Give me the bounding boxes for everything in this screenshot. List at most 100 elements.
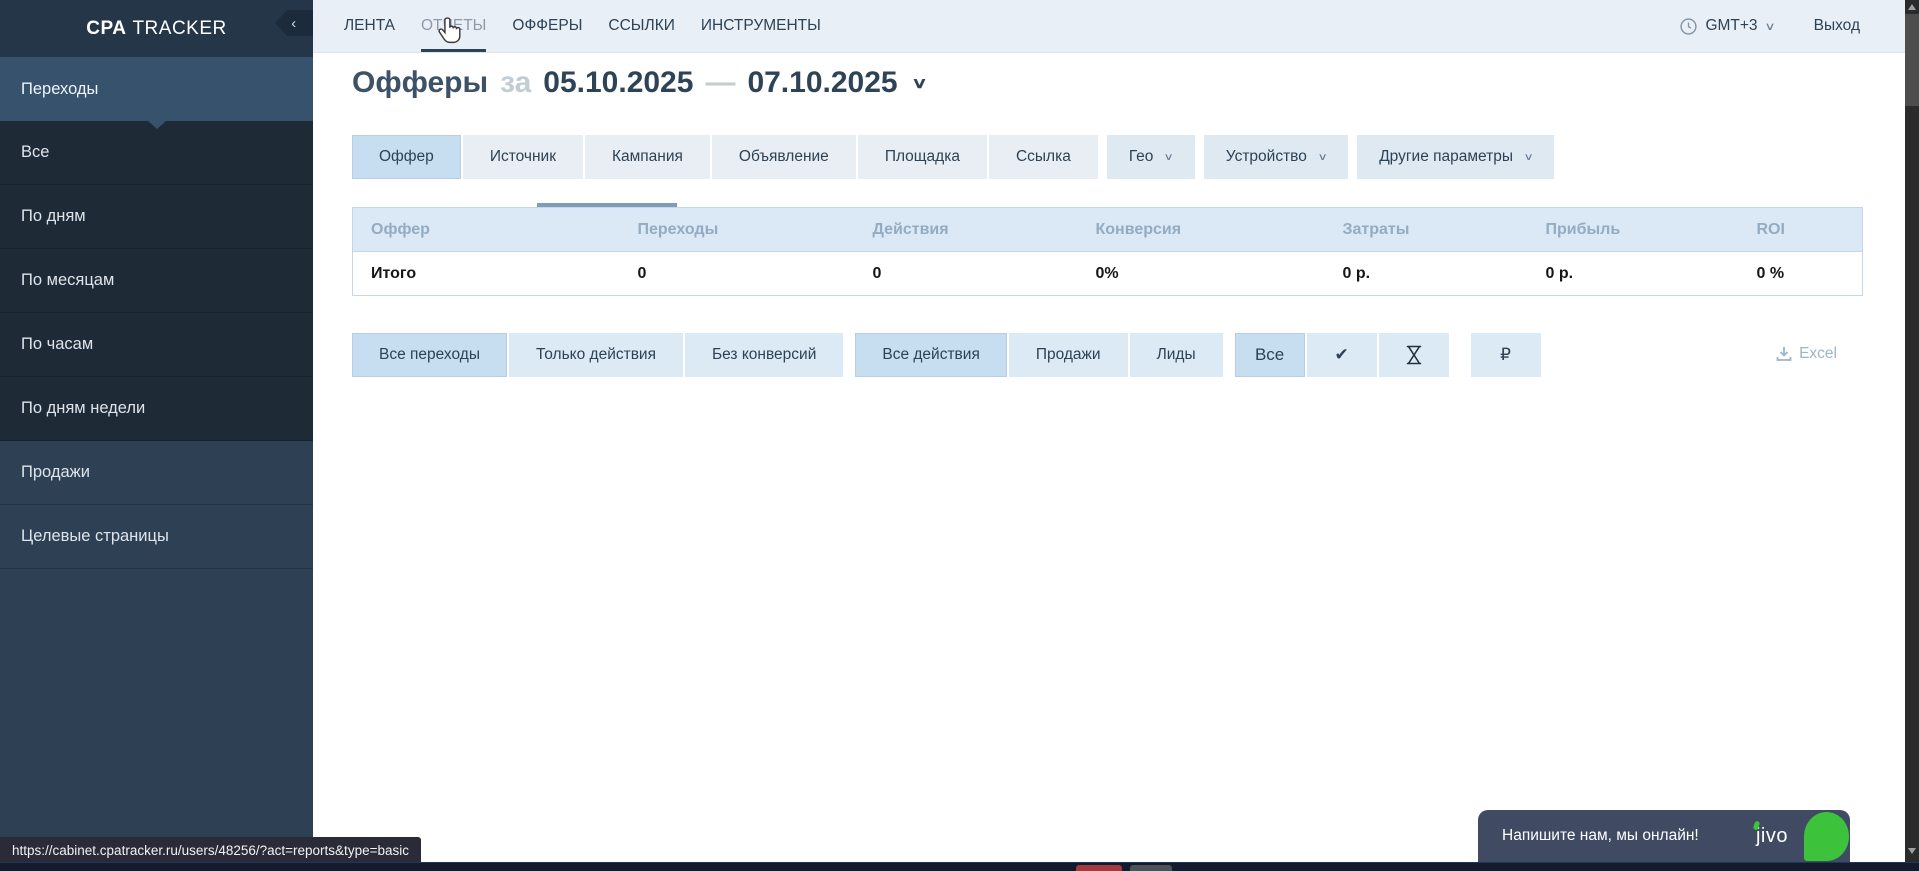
taskbar-window-fragment bbox=[1076, 865, 1122, 871]
col-header-profit[interactable]: Прибыль bbox=[1528, 208, 1739, 252]
vertical-scrollbar[interactable] bbox=[1905, 0, 1919, 862]
filter-label: Без конверсий bbox=[712, 346, 816, 364]
tab-links[interactable]: ССЫЛКИ bbox=[608, 0, 674, 52]
sidebar-item-landing-pages[interactable]: Целевые страницы bbox=[0, 505, 313, 569]
tab-label: Источник bbox=[490, 148, 556, 166]
export-excel-button[interactable]: Excel bbox=[1776, 345, 1837, 363]
sidebar-item-by-months[interactable]: По месяцам bbox=[0, 249, 313, 313]
col-header-costs[interactable]: Затраты bbox=[1325, 208, 1528, 252]
dim-tab-link[interactable]: Ссылка bbox=[989, 135, 1098, 179]
taskbar-window-fragment bbox=[1130, 865, 1172, 871]
sidebar-item-transitions[interactable]: Переходы bbox=[0, 57, 313, 121]
filter-label: Все bbox=[1255, 345, 1284, 365]
filter-status-confirmed[interactable]: ✔ bbox=[1307, 333, 1377, 377]
other-params-dropdown[interactable]: Другие параметры ∨ bbox=[1357, 135, 1554, 179]
ruble-icon: ₽ bbox=[1500, 345, 1511, 365]
filter-label: Лиды bbox=[1157, 346, 1196, 364]
totals-actions: 0 bbox=[855, 252, 1078, 296]
logout-button[interactable]: Выход bbox=[1814, 17, 1860, 35]
filter-currency-ruble[interactable]: ₽ bbox=[1471, 333, 1541, 377]
sidebar-item-by-hours[interactable]: По часам bbox=[0, 313, 313, 377]
sidebar-submenu: Все По дням По месяцам По часам По дням … bbox=[0, 121, 313, 441]
sidebar-item-label: Переходы bbox=[21, 80, 98, 99]
filter-label: Все переходы bbox=[379, 346, 480, 364]
traffic-filter-group: Все переходы Только действия Без конверс… bbox=[352, 333, 843, 377]
filter-status-all[interactable]: Все bbox=[1235, 333, 1305, 377]
filter-label: Все действия bbox=[882, 346, 979, 364]
dim-tab-ad[interactable]: Объявление bbox=[712, 135, 856, 179]
dim-tab-offer[interactable]: Оффер bbox=[352, 135, 461, 179]
export-label: Excel bbox=[1799, 345, 1837, 363]
col-header-conversion[interactable]: Конверсия bbox=[1078, 208, 1325, 252]
tab-feed[interactable]: ЛЕНТА bbox=[344, 0, 395, 52]
filter-sales[interactable]: Продажи bbox=[1009, 333, 1128, 377]
tab-tools[interactable]: ИНСТРУМЕНТЫ bbox=[701, 0, 821, 52]
report-preposition: за bbox=[500, 66, 531, 100]
jivo-logo: jivo bbox=[1756, 825, 1788, 848]
device-dropdown[interactable]: Устройство ∨ bbox=[1204, 135, 1348, 179]
filter-status-pending[interactable] bbox=[1379, 333, 1449, 377]
totals-label: Итого bbox=[353, 252, 620, 296]
timezone-selector[interactable]: GMT+3 ∨ bbox=[1680, 17, 1773, 35]
topbar-right: GMT+3 ∨ Выход bbox=[1680, 0, 1905, 52]
clock-icon bbox=[1680, 18, 1697, 35]
scrollbar-thumb[interactable] bbox=[1905, 14, 1919, 106]
status-filter-group: Все ✔ bbox=[1235, 333, 1449, 377]
scroll-down-icon[interactable] bbox=[1908, 848, 1916, 854]
status-bar: https://cabinet.cpatracker.ru/users/4825… bbox=[0, 837, 421, 863]
col-header-actions[interactable]: Действия bbox=[855, 208, 1078, 252]
filter-leads[interactable]: Лиды bbox=[1130, 333, 1223, 377]
chevron-left-icon: ‹ bbox=[291, 15, 297, 32]
sidebar-item-label: По месяцам bbox=[21, 271, 114, 290]
mouse-cursor-icon bbox=[437, 16, 464, 47]
table-header-row: Оффер Переходы Действия Конверсия Затрат… bbox=[353, 208, 1863, 252]
totals-profit: 0 р. bbox=[1528, 252, 1739, 296]
filter-label: Только действия bbox=[536, 346, 656, 364]
logo-rest: TRACKER bbox=[132, 18, 226, 40]
dim-tab-placement[interactable]: Площадка bbox=[858, 135, 987, 179]
chevron-down-icon: ∨ bbox=[1317, 152, 1327, 163]
dim-tab-campaign[interactable]: Кампания bbox=[585, 135, 710, 179]
chevron-down-icon: ∨ bbox=[1524, 152, 1534, 163]
col-header-offer[interactable]: Оффер bbox=[353, 208, 620, 252]
date-from[interactable]: 05.10.2025 bbox=[543, 66, 693, 100]
sidebar-item-all[interactable]: Все bbox=[0, 121, 313, 185]
filter-all-transitions[interactable]: Все переходы bbox=[352, 333, 507, 377]
date-to[interactable]: 07.10.2025 bbox=[747, 66, 897, 100]
download-icon bbox=[1776, 346, 1792, 362]
topbar: ЛЕНТА ОТЧЕТЫ ОФФЕРЫ ССЫЛКИ ИНСТРУМЕНТЫ G… bbox=[313, 0, 1905, 53]
col-header-transitions[interactable]: Переходы bbox=[620, 208, 855, 252]
sidebar-item-by-weekdays[interactable]: По дням недели bbox=[0, 377, 313, 441]
sidebar-item-sales[interactable]: Продажи bbox=[0, 441, 313, 505]
tab-label: Площадка bbox=[885, 148, 960, 166]
tab-label: Оффер bbox=[379, 148, 434, 166]
top-navigation: ЛЕНТА ОТЧЕТЫ ОФФЕРЫ ССЫЛКИ ИНСТРУМЕНТЫ bbox=[313, 0, 821, 52]
chevron-down-icon[interactable]: ∨ bbox=[911, 74, 927, 92]
geo-dropdown[interactable]: Гео ∨ bbox=[1107, 135, 1195, 179]
filter-no-conversions[interactable]: Без конверсий bbox=[685, 333, 843, 377]
filter-all-actions[interactable]: Все действия bbox=[855, 333, 1006, 377]
totals-transitions: 0 bbox=[620, 252, 855, 296]
tab-label: ИНСТРУМЕНТЫ bbox=[701, 17, 821, 35]
sidebar-item-label: Целевые страницы bbox=[21, 527, 169, 546]
sidebar: CPA TRACKER ‹ Переходы Все По дням По ме… bbox=[0, 0, 313, 871]
dimension-tab-group: Оффер Источник Кампания Объявление Площа… bbox=[352, 135, 1098, 179]
tab-label: ЛЕНТА bbox=[344, 17, 395, 35]
filter-only-actions[interactable]: Только действия bbox=[509, 333, 683, 377]
col-header-roi[interactable]: ROI bbox=[1739, 208, 1863, 252]
taskbar-edge bbox=[0, 862, 1919, 871]
tab-offers[interactable]: ОФФЕРЫ bbox=[512, 0, 582, 52]
dropdown-label: Другие параметры bbox=[1379, 148, 1513, 166]
dim-tab-source[interactable]: Источник bbox=[463, 135, 583, 179]
dropdown-label: Устройство bbox=[1226, 148, 1307, 166]
filter-row: Все переходы Только действия Без конверс… bbox=[352, 333, 1541, 377]
totals-costs: 0 р. bbox=[1325, 252, 1528, 296]
collapse-sidebar-button[interactable]: ‹ bbox=[275, 10, 313, 36]
totals-conversion: 0% bbox=[1078, 252, 1325, 296]
report-table: Оффер Переходы Действия Конверсия Затрат… bbox=[352, 207, 1863, 296]
chat-widget[interactable]: Напишите нам, мы онлайн! jivo bbox=[1478, 810, 1850, 862]
scroll-up-icon[interactable] bbox=[1908, 4, 1916, 10]
checkmark-icon: ✔ bbox=[1334, 345, 1348, 365]
sidebar-item-by-days[interactable]: По дням bbox=[0, 185, 313, 249]
tab-label: Кампания bbox=[612, 148, 683, 166]
